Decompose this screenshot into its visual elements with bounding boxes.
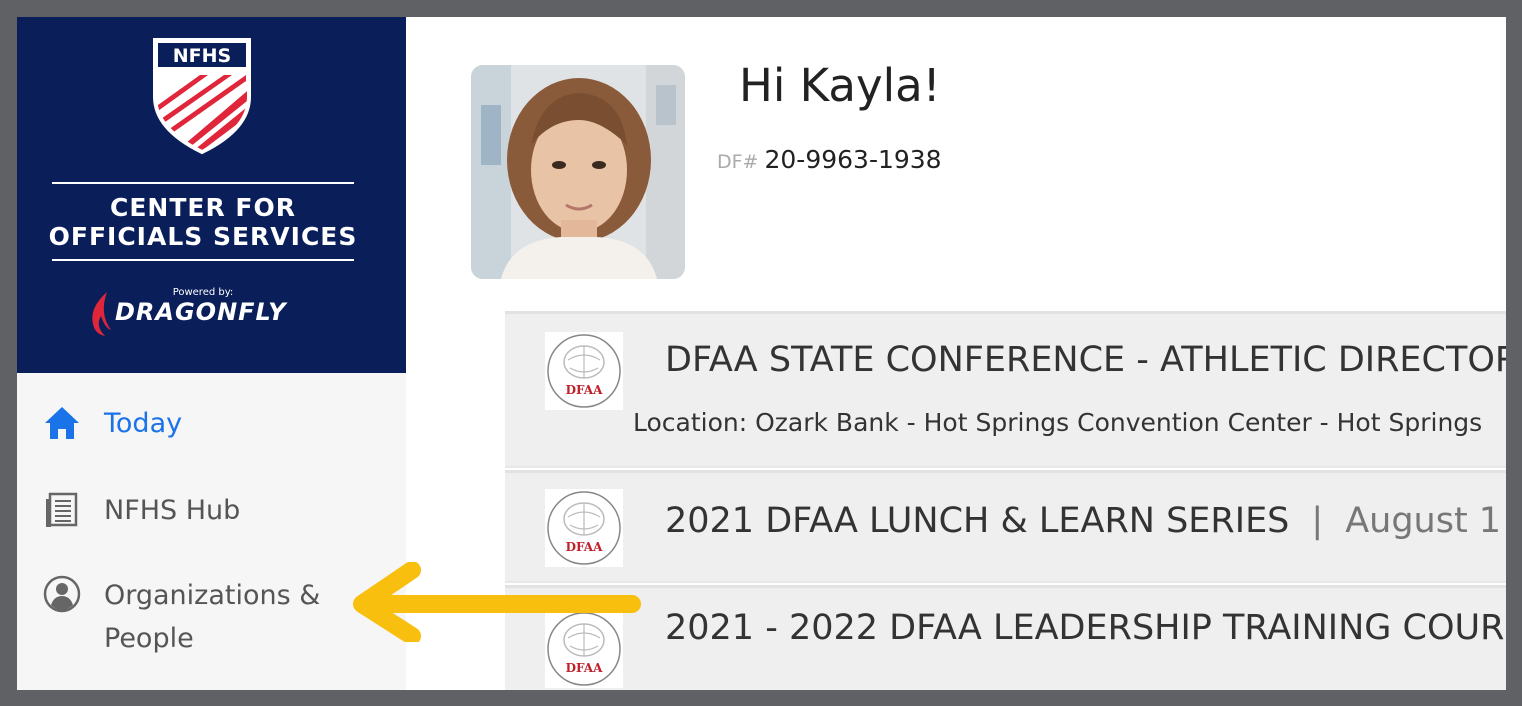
event-card[interactable]: DFAA 2021 DFAA LUNCH & LEARN SERIES | Augu… xyxy=(505,470,1506,583)
df-number: 20-9963-1938 xyxy=(764,145,942,174)
person-icon xyxy=(43,575,81,613)
event-date: August 1 xyxy=(1345,501,1502,541)
sidebar-item-label: NFHS Hub xyxy=(104,495,241,526)
brand-title-line1: CENTER FOR xyxy=(109,193,296,222)
dragonfly-wordmark: DRAGONFLY xyxy=(115,298,287,326)
dfaa-logo: DFAA xyxy=(545,332,623,410)
title-separator: | xyxy=(1311,501,1324,541)
sidebar-item-label: Organizations & xyxy=(104,580,321,611)
sidebar-item-organizations-people[interactable]: Organizations & People xyxy=(42,574,320,660)
dfaa-logo-text: DFAA xyxy=(566,661,604,675)
event-title: 2021 - 2022 DFAA LEADERSHIP TRAINING COU… xyxy=(665,608,1506,648)
event-card[interactable]: DFAA DFAA STATE CONFERENCE - ATHLETIC DI… xyxy=(505,311,1506,468)
sidebar-item-label-line2: People xyxy=(104,623,194,654)
df-label: DF# xyxy=(717,151,759,173)
event-card[interactable]: DFAA 2021 - 2022 DFAA LEADERSHIP TRAININ… xyxy=(505,585,1506,690)
brand-title-line2: OFFICIALS SERVICES xyxy=(48,222,358,251)
dfaa-badge-icon: DFAA xyxy=(547,491,621,565)
dfaa-badge-icon: DFAA xyxy=(547,334,621,408)
sidebar-item-nfhs-hub[interactable]: NFHS Hub xyxy=(42,489,240,532)
home-icon xyxy=(45,407,79,439)
dragonfly-flame-icon xyxy=(92,292,111,336)
avatar xyxy=(471,65,685,279)
shield-text: NFHS xyxy=(173,45,231,67)
app-window: NFHS CENTER FOR OFFICIALS SERVICES Power… xyxy=(17,17,1506,690)
dfaa-logo-text: DFAA xyxy=(566,540,604,554)
dfaa-logo: DFAA xyxy=(545,489,623,567)
profile-photo xyxy=(471,65,685,279)
event-location: Location: Ozark Bank - Hot Springs Conve… xyxy=(633,408,1483,437)
dfaa-logo-text: DFAA xyxy=(566,383,604,397)
sidebar-item-today[interactable]: Today xyxy=(42,402,182,445)
annotation-arrow-icon xyxy=(353,562,641,642)
sidebar-item-label: Today xyxy=(104,408,183,439)
brand-header: NFHS CENTER FOR OFFICIALS SERVICES Power… xyxy=(17,17,406,373)
brand-divider xyxy=(52,182,354,184)
document-icon xyxy=(46,492,78,527)
df-number-line: DF# 20-9963-1938 xyxy=(717,145,942,174)
nfhs-shield-logo: NFHS xyxy=(153,38,251,155)
event-title-line: 2021 DFAA LUNCH & LEARN SERIES | August 1 xyxy=(665,501,1501,541)
brand-divider xyxy=(52,259,354,261)
event-title: 2021 DFAA LUNCH & LEARN SERIES xyxy=(665,501,1290,541)
event-title: DFAA STATE CONFERENCE - ATHLETIC DIRECTO… xyxy=(665,340,1506,380)
greeting: Hi Kayla! xyxy=(739,59,941,112)
dragonfly-logo: DRAGONFLY xyxy=(85,290,325,338)
